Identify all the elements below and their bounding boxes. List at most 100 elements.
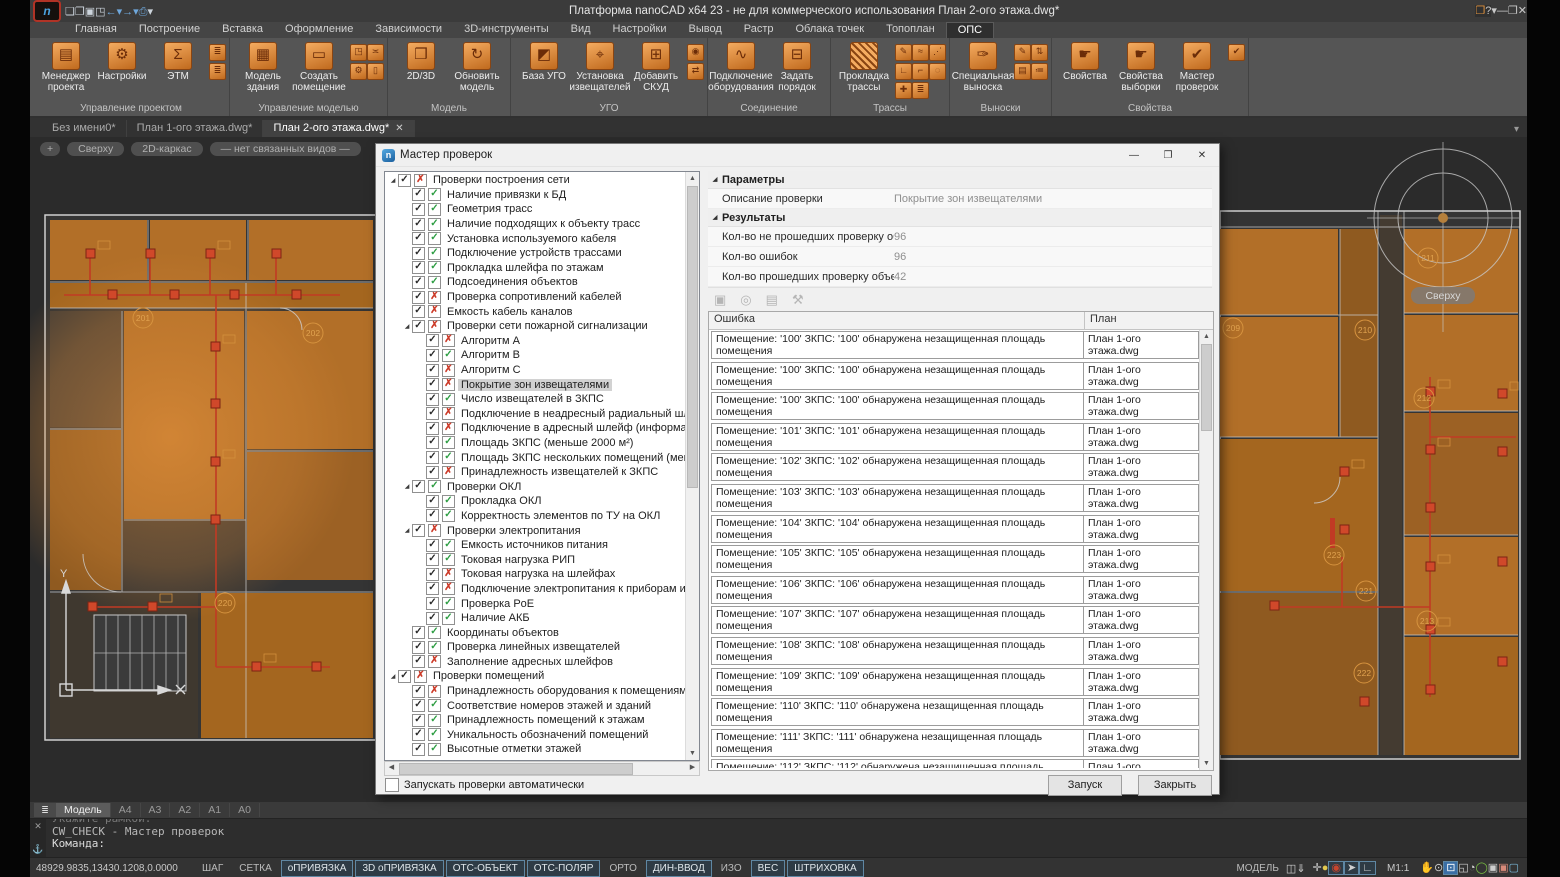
tree-item[interactable]: ◢✓✓Проверки ОКЛ [385, 479, 686, 494]
ribbon-tab-Оформление[interactable]: Оформление [274, 22, 364, 38]
enabled-checkbox-icon[interactable]: ✓ [426, 582, 439, 595]
tree-item[interactable]: ✓✓Подключение устройств трассами [385, 246, 686, 261]
tree-item[interactable]: ✓✓Проверка линейных извещателей [385, 640, 686, 655]
tree-item[interactable]: ✓✓Число извещателей в ЗКПС [385, 392, 686, 407]
enabled-checkbox-icon[interactable]: ✓ [412, 728, 425, 741]
save-icon[interactable]: ▣ [85, 6, 95, 18]
table-row[interactable]: Помещение: '101' ЗКПС: '101' обнаружена … [711, 423, 1199, 451]
table-row[interactable]: Помещение: '106' ЗКПС: '106' обнаружена … [711, 576, 1199, 604]
tree-item[interactable]: ✓✗Принадлежность оборудования к помещени… [385, 684, 686, 699]
check-small-icon[interactable]: ✔ [1228, 44, 1245, 61]
leader-list-icon[interactable]: ≔ [1031, 63, 1048, 80]
dialog-title-bar[interactable]: n Мастер проверок — ❐ ✕ [376, 144, 1219, 167]
close-icon[interactable]: ✕ [34, 821, 42, 832]
tree-item[interactable]: ✓✓Установка используемого кабеля [385, 231, 686, 246]
ribbon-button[interactable]: ☛Свойства выборки [1113, 40, 1169, 93]
cursor-icon[interactable]: ➤ [1344, 861, 1359, 875]
table-row[interactable]: Помещение: '100' ЗКПС: '100' обнаружена … [711, 362, 1199, 390]
toggle-ШТРИХОВКА[interactable]: ШТРИХОВКА [787, 860, 863, 877]
annotation-icon[interactable]: ⇓ [1296, 863, 1305, 875]
ugo-settings-icon[interactable]: ◉ [687, 44, 704, 61]
dialog-maximize-icon[interactable]: ❐ [1151, 145, 1185, 166]
scroll-up-icon[interactable]: ▲ [1200, 330, 1213, 343]
level-mark-icon[interactable]: ≍ [367, 44, 384, 61]
document-tab[interactable]: Без имени0* [42, 120, 127, 137]
open-report-icon[interactable]: ▣ [714, 292, 726, 308]
ribbon-button[interactable]: ΣЭТМ [150, 40, 206, 93]
tree-hscroll-thumb[interactable] [399, 763, 633, 775]
enabled-checkbox-icon[interactable]: ✓ [426, 568, 439, 581]
column-header-error[interactable]: Ошибка [709, 312, 1085, 329]
layout-tab-Модель[interactable]: Модель [56, 803, 111, 817]
model-space-label[interactable]: МОДЕЛЬ [1236, 863, 1278, 874]
enabled-checkbox-icon[interactable]: ✓ [412, 743, 425, 756]
maximize-icon[interactable]: ❐ [1508, 5, 1518, 17]
close-button[interactable]: Закрыть [1138, 775, 1212, 796]
enabled-checkbox-icon[interactable]: ✓ [412, 291, 425, 304]
layout-tab-A3[interactable]: A3 [141, 803, 171, 817]
ribbon-button[interactable]: ✔Мастер проверок [1169, 40, 1225, 93]
property-row[interactable]: Кол-во прошедших проверку объек...42 [708, 267, 1212, 287]
enabled-checkbox-icon[interactable]: ✓ [398, 670, 411, 683]
ribbon-button[interactable]: ∿Подключение оборудования [713, 40, 769, 93]
ribbon-tab-3D-инструменты[interactable]: 3D-инструменты [453, 22, 560, 38]
enabled-checkbox-icon[interactable]: ✓ [412, 188, 425, 201]
save-report-icon[interactable]: ▤ [766, 292, 778, 308]
tree-item[interactable]: ✓✗Покрытие зон извещателями [385, 377, 686, 392]
enabled-checkbox-icon[interactable]: ✓ [426, 509, 439, 522]
tree-item[interactable]: ✓✓Площадь ЗКПС (меньше 2000 м²) [385, 436, 686, 451]
table-row[interactable]: Помещение: '100' ЗКПС: '100' обнаружена … [711, 331, 1199, 359]
tree-item[interactable]: ✓✓Прокладка шлейфа по этажам [385, 261, 686, 276]
compass-label[interactable]: Сверху [1411, 287, 1475, 304]
layout-list-icon[interactable]: ≣ [34, 803, 56, 817]
toggle-СЕТКА[interactable]: СЕТКА [232, 860, 279, 877]
open-icon[interactable]: ❐ [75, 6, 85, 18]
run-button[interactable]: Запуск [1048, 775, 1122, 796]
selection-cycling-icon[interactable]: ✛ [1313, 862, 1322, 874]
tree-item[interactable]: ✓✓Уникальность обозначений помещений [385, 728, 686, 743]
enabled-checkbox-icon[interactable]: ✓ [412, 699, 425, 712]
layout-tab-A2[interactable]: A2 [170, 803, 200, 817]
enabled-checkbox-icon[interactable]: ✓ [412, 685, 425, 698]
checkbox-icon[interactable] [385, 778, 399, 792]
command-line[interactable]: ✕ ⚓ Укажите рамкой:CW_CHECK - Мастер про… [30, 818, 1527, 857]
ribbon-button[interactable]: ⌖Установка извещателей [572, 40, 628, 93]
scroll-left-icon[interactable]: ◀ [385, 762, 398, 774]
tree-item[interactable]: ✓✓Площадь ЗКПС нескольких помещений (мен… [385, 450, 686, 465]
zoom-box-icon[interactable]: ⊡ [1443, 861, 1458, 875]
room-settings-icon[interactable]: ⚙ [350, 63, 367, 80]
errors-table-header[interactable]: Ошибка План [709, 312, 1213, 330]
table-row[interactable]: Помещение: '105' ЗКПС: '105' обнаружена … [711, 545, 1199, 573]
enabled-checkbox-icon[interactable]: ✓ [412, 261, 425, 274]
property-row[interactable]: Кол-во не прошедших проверку об...96 [708, 227, 1212, 247]
column-icon[interactable]: ▯ [367, 63, 384, 80]
tree-item[interactable]: ✓✓Емкость источников питания [385, 538, 686, 553]
ribbon-tab-Настройки[interactable]: Настройки [602, 22, 678, 38]
enabled-checkbox-icon[interactable]: ✓ [426, 436, 439, 449]
tree-vertical-scrollbar[interactable]: ▲ ▼ [685, 172, 699, 760]
isolate-objects-icon[interactable]: ◯ [1475, 862, 1487, 874]
tree-item[interactable]: ✓✓Координаты объектов [385, 625, 686, 640]
toggle-ВЕС[interactable]: ВЕС [751, 860, 786, 877]
doctabs-overflow-chevron-icon[interactable]: ▾ [1514, 124, 1519, 135]
db-export-icon[interactable]: ≣ [209, 63, 226, 80]
enabled-checkbox-icon[interactable]: ✓ [426, 597, 439, 610]
enabled-checkbox-icon[interactable]: ✓ [426, 466, 439, 479]
nanocad-logo-icon[interactable]: n [33, 0, 61, 22]
tree-item[interactable]: ✓✓Алгоритм B [385, 348, 686, 363]
redo-icon[interactable]: → [122, 6, 133, 18]
tree-item[interactable]: ✓✗Заполнение адресных шлейфов [385, 655, 686, 670]
enabled-checkbox-icon[interactable]: ✓ [412, 276, 425, 289]
fix-error-icon[interactable]: ⚒ [792, 292, 804, 308]
table-row[interactable]: Помещение: '110' ЗКПС: '110' обнаружена … [711, 698, 1199, 726]
layout-tab-A4[interactable]: A4 [111, 803, 141, 817]
tree-item[interactable]: ✓✓Высотные отметки этажей [385, 742, 686, 757]
linked-views-pill[interactable]: — нет связанных видов — [210, 142, 361, 156]
enabled-checkbox-icon[interactable]: ✓ [426, 553, 439, 566]
property-section-header[interactable]: ◢Параметры [708, 171, 1212, 189]
trace-diag-icon[interactable]: ⋰ [929, 44, 946, 61]
ribbon-button[interactable]: ✑Специальная выноска [955, 40, 1011, 93]
enabled-checkbox-icon[interactable]: ✓ [412, 524, 425, 537]
toggle-ШАГ[interactable]: ШАГ [195, 860, 230, 877]
ribbon-tab-Вид[interactable]: Вид [560, 22, 602, 38]
